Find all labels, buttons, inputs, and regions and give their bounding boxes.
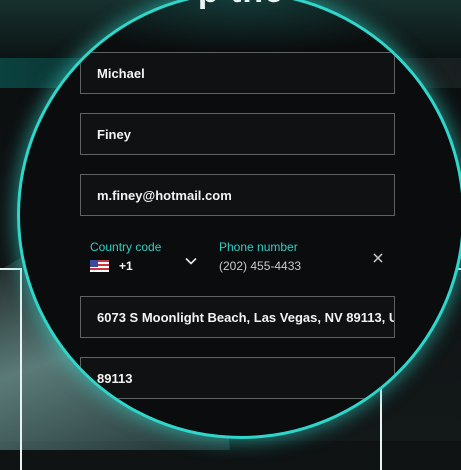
- us-flag-icon: [90, 260, 109, 272]
- magnifier-lens: p the Michael Finey m.finey@hotmail.com …: [20, 0, 461, 436]
- chevron-down-icon[interactable]: [184, 254, 198, 268]
- phone-number-label: Phone number: [219, 240, 298, 254]
- close-icon[interactable]: [371, 251, 385, 265]
- form-heading: p the: [20, 0, 461, 11]
- email-field[interactable]: m.finey@hotmail.com: [80, 174, 395, 216]
- last-name-field[interactable]: Finey: [80, 113, 395, 155]
- zip-code-field[interactable]: 89113: [80, 357, 395, 399]
- decorative-frame-left: [0, 268, 22, 470]
- phone-number-input[interactable]: (202) 455-4433: [219, 259, 301, 273]
- country-code-value: +1: [119, 259, 133, 273]
- country-code-label: Country code: [90, 240, 162, 254]
- address-field[interactable]: 6073 S Moonlight Beach, Las Vegas, NV 89…: [80, 296, 395, 338]
- country-code-select[interactable]: +1: [90, 259, 133, 273]
- first-name-field[interactable]: Michael: [80, 52, 395, 94]
- phone-row: Country code +1 Phone number (202) 455-4…: [80, 234, 400, 278]
